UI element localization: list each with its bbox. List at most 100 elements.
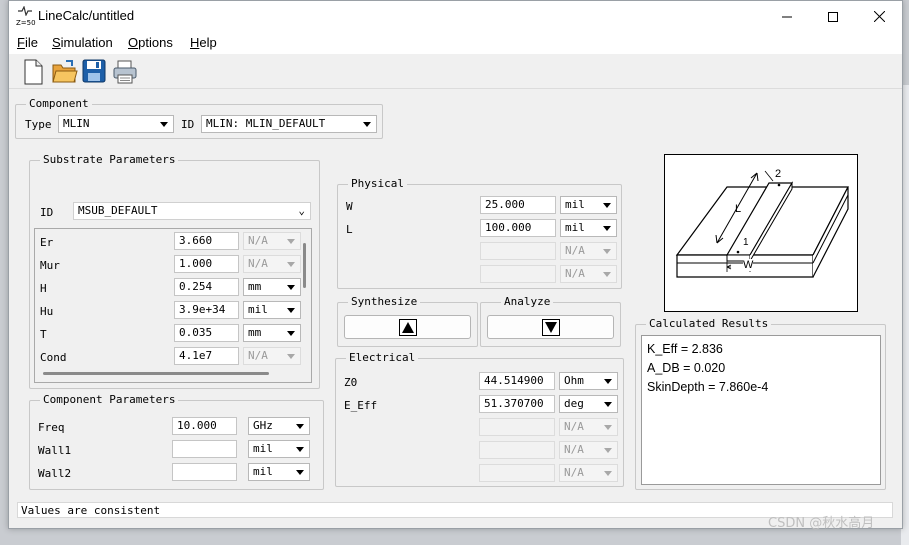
electrical-group: Electrical Z0 44.514900 Ohm E_Eff 51.370… [335, 351, 624, 487]
status-bar: Values are consistent [17, 502, 893, 518]
z0-label: Z0 [344, 376, 358, 389]
results-text-area[interactable]: K_Eff = 2.836 A_DB = 0.020 SkinDepth = 7… [641, 335, 881, 485]
physical-group-title: Physical [348, 177, 407, 190]
menu-file[interactable]: File [17, 35, 38, 50]
param-label-er: Er [40, 236, 54, 249]
substrate-id-combo[interactable]: MSUB_DEFAULT ⌄ [73, 202, 311, 220]
type-combo[interactable]: MLIN [58, 115, 174, 133]
new-file-button[interactable] [21, 58, 49, 86]
new-file-icon [24, 59, 43, 85]
t-input[interactable]: 0.035 [174, 324, 239, 342]
e-eff-unit-combo[interactable]: deg [559, 395, 618, 413]
electrical-unit-3: N/A [559, 418, 618, 436]
chevron-down-icon [160, 122, 168, 127]
component-group-title: Component [26, 97, 92, 110]
type-label: Type [25, 118, 52, 131]
results-group-title: Calculated Results [646, 317, 772, 330]
result-a-db: A_DB = 0.020 [647, 361, 726, 375]
e-eff-input[interactable]: 51.370700 [479, 395, 555, 413]
l-unit-combo[interactable]: mil [560, 219, 617, 237]
wall1-label: Wall1 [38, 444, 72, 457]
chevron-down-icon [604, 402, 612, 407]
component-params-group: Component Parameters Freq 10.000 GHz Wal… [29, 393, 324, 490]
mur-input[interactable]: 1.000 [174, 255, 239, 273]
e-eff-label: E_Eff [344, 399, 378, 412]
minimize-icon [782, 16, 792, 17]
toolbar [9, 54, 902, 89]
chevron-down-icon [296, 447, 304, 452]
open-file-button[interactable] [51, 58, 79, 86]
chevron-down-icon [287, 239, 295, 244]
z0-unit-combo[interactable]: Ohm [559, 372, 618, 390]
wall2-input[interactable] [172, 463, 237, 481]
param-label-hu: Hu [40, 305, 54, 318]
hu-unit-combo[interactable]: mil [243, 301, 301, 319]
chevron-down-icon [296, 424, 304, 429]
freq-unit-combo[interactable]: GHz [248, 417, 310, 435]
chevron-down-icon [604, 425, 612, 430]
w-unit-combo[interactable]: mil [560, 196, 617, 214]
l-input[interactable]: 100.000 [480, 219, 556, 237]
id-label: ID [181, 118, 195, 131]
freq-input[interactable]: 10.000 [172, 417, 237, 435]
print-button[interactable] [111, 58, 139, 86]
menu-options[interactable]: Options [128, 35, 173, 50]
hu-input[interactable]: 3.9e+34 [174, 301, 239, 319]
w-input[interactable]: 25.000 [480, 196, 556, 214]
arrow-up-icon [398, 318, 417, 336]
er-unit: N/A [243, 232, 301, 250]
substrate-group: Substrate Parameters ID MSUB_DEFAULT ⌄ Er… [29, 153, 320, 389]
results-group: Calculated Results K_Eff = 2.836 A_DB = … [635, 317, 886, 490]
close-icon [873, 11, 885, 22]
menu-simulation[interactable]: Simulation [52, 35, 113, 50]
analyze-button[interactable] [487, 315, 614, 339]
save-disk-icon [82, 59, 106, 83]
electrical-group-title: Electrical [346, 351, 419, 364]
chevron-down-icon [604, 379, 612, 384]
synthesize-button[interactable] [344, 315, 471, 339]
z0-input[interactable]: 44.514900 [479, 372, 555, 390]
microstrip-line-drawing [675, 170, 849, 278]
electrical-input-5 [479, 464, 555, 482]
h-unit-combo[interactable]: mm [243, 278, 301, 296]
vertical-scrollbar[interactable] [303, 243, 306, 288]
chevron-down-icon [287, 308, 295, 313]
chevron-down-icon [296, 470, 304, 475]
minimize-button[interactable] [764, 1, 810, 32]
analyze-title: Analyze [501, 295, 554, 308]
save-button[interactable] [81, 58, 109, 86]
wall2-unit-combo[interactable]: mil [248, 463, 310, 481]
chevron-down-icon [604, 471, 612, 476]
electrical-input-4 [479, 441, 555, 459]
chevron-down-icon [603, 249, 611, 254]
menu-help[interactable]: Help [190, 35, 217, 50]
l-label: L [346, 223, 353, 236]
app-icon: Z=50 [16, 5, 36, 27]
w-label: W [346, 200, 353, 213]
window-title: LineCalc/untitled [38, 8, 135, 23]
linecalc-window: Z=50 LineCalc/untitled File Simulation O… [8, 0, 903, 529]
electrical-unit-5: N/A [559, 464, 618, 482]
horizontal-scrollbar[interactable] [43, 372, 269, 375]
microstrip-diagram: L W 1 2 [664, 154, 858, 312]
wall1-input[interactable] [172, 440, 237, 458]
maximize-button[interactable] [810, 1, 856, 32]
wall1-unit-combo[interactable]: mil [248, 440, 310, 458]
port2-label: 2 [775, 168, 782, 180]
physical-input-3 [480, 242, 556, 260]
freq-label: Freq [38, 421, 65, 434]
close-button[interactable] [856, 1, 902, 32]
param-label-t: T [40, 328, 47, 341]
cond-input[interactable]: 4.1e7 [174, 347, 239, 365]
chevron-down-icon: ⌄ [298, 204, 305, 217]
substrate-scroll-area[interactable]: Er 3.660 N/A Mur 1.000 N/A H 0.254 mm Hu… [34, 228, 312, 383]
watermark: CSDN @秋水高月 [768, 516, 875, 531]
component-group: Component Type MLIN ID MLIN: MLIN_DEFAUL… [15, 97, 383, 139]
cond-unit: N/A [243, 347, 301, 365]
er-input[interactable]: 3.660 [174, 232, 239, 250]
chevron-down-icon [603, 226, 611, 231]
h-input[interactable]: 0.254 [174, 278, 239, 296]
chevron-down-icon [287, 262, 295, 267]
component-id-combo[interactable]: MLIN: MLIN_DEFAULT [201, 115, 377, 133]
t-unit-combo[interactable]: mm [243, 324, 301, 342]
